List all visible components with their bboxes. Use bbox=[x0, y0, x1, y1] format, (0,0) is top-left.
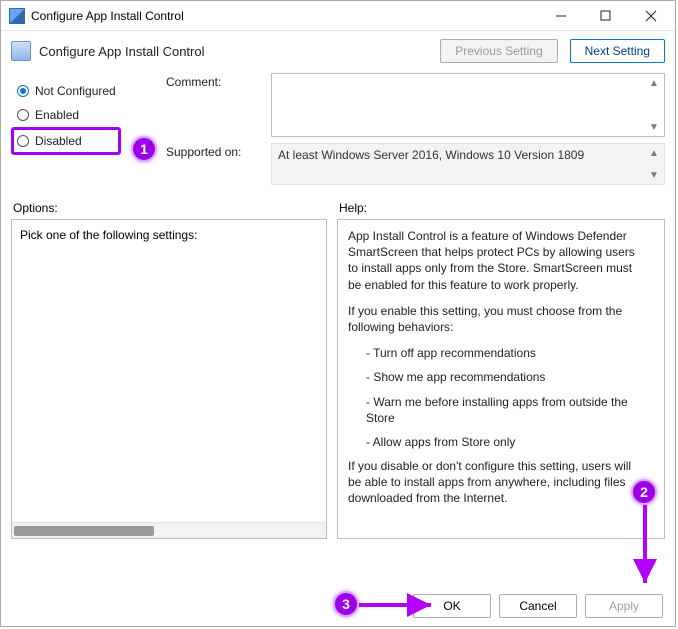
supported-label: Supported on: bbox=[166, 143, 261, 185]
annotation-callout-1: 1 bbox=[131, 136, 157, 162]
form-column: Comment: ▲ ▼ Supported on: At least Wind… bbox=[166, 73, 665, 191]
help-paragraph: If you enable this setting, you must cho… bbox=[348, 303, 644, 335]
radio-not-configured[interactable]: Not Configured bbox=[11, 79, 156, 103]
window-title: Configure App Install Control bbox=[31, 9, 538, 23]
radio-enabled[interactable]: Enabled bbox=[11, 103, 156, 127]
supported-value: At least Windows Server 2016, Windows 10… bbox=[278, 148, 584, 162]
help-paragraph: If you disable or don't configure this s… bbox=[348, 458, 644, 507]
comment-label: Comment: bbox=[166, 73, 261, 137]
minimize-icon bbox=[555, 10, 567, 22]
comment-row: Comment: ▲ ▼ bbox=[166, 73, 665, 137]
annotation-callout-2: 2 bbox=[631, 479, 657, 505]
options-label: Options: bbox=[13, 201, 327, 215]
comment-textarea[interactable]: ▲ ▼ bbox=[271, 73, 665, 137]
header-row: Configure App Install Control Previous S… bbox=[1, 31, 675, 73]
radio-label: Disabled bbox=[35, 134, 82, 148]
radio-icon bbox=[17, 109, 29, 121]
help-bullet: - Turn off app recommendations bbox=[348, 345, 644, 361]
previous-setting-button[interactable]: Previous Setting bbox=[440, 39, 557, 63]
radio-label: Enabled bbox=[35, 108, 79, 122]
close-icon bbox=[645, 10, 657, 22]
options-pane: Pick one of the following settings: bbox=[11, 219, 327, 539]
maximize-button[interactable] bbox=[583, 1, 628, 30]
radio-icon bbox=[17, 85, 29, 97]
window-controls bbox=[538, 1, 673, 30]
minimize-button[interactable] bbox=[538, 1, 583, 30]
policy-title: Configure App Install Control bbox=[37, 44, 434, 59]
scrollbar-thumb[interactable] bbox=[14, 526, 154, 536]
next-setting-button[interactable]: Next Setting bbox=[570, 39, 665, 63]
radio-label: Not Configured bbox=[35, 84, 116, 98]
supported-row: Supported on: At least Windows Server 20… bbox=[166, 143, 665, 185]
help-paragraph: App Install Control is a feature of Wind… bbox=[348, 228, 644, 293]
supported-on-field: At least Windows Server 2016, Windows 10… bbox=[271, 143, 665, 185]
horizontal-scrollbar[interactable] bbox=[12, 522, 326, 538]
upper-body: Not Configured Enabled Disabled Comment:… bbox=[1, 73, 675, 191]
ok-button[interactable]: OK bbox=[413, 594, 491, 618]
close-button[interactable] bbox=[628, 1, 673, 30]
radio-icon bbox=[17, 135, 29, 147]
scroll-up-icon[interactable]: ▲ bbox=[646, 76, 662, 90]
options-heading: Pick one of the following settings: bbox=[12, 220, 326, 248]
title-bar: Configure App Install Control bbox=[1, 1, 675, 31]
help-label: Help: bbox=[339, 201, 663, 215]
state-radio-group: Not Configured Enabled Disabled bbox=[11, 73, 156, 191]
help-pane: App Install Control is a feature of Wind… bbox=[337, 219, 665, 539]
help-bullet: - Show me app recommendations bbox=[348, 369, 644, 385]
help-bullet: - Warn me before installing apps from ou… bbox=[348, 394, 644, 426]
section-labels: Options: Help: bbox=[1, 201, 675, 219]
annotation-callout-3: 3 bbox=[333, 591, 359, 617]
app-icon bbox=[9, 8, 25, 24]
maximize-icon bbox=[600, 10, 611, 21]
cancel-button[interactable]: Cancel bbox=[499, 594, 577, 618]
dialog-window: Configure App Install Control Configure … bbox=[0, 0, 676, 627]
divider bbox=[1, 191, 675, 201]
panes: Pick one of the following settings: App … bbox=[1, 219, 675, 539]
policy-icon bbox=[11, 41, 31, 61]
scroll-down-icon[interactable]: ▼ bbox=[646, 168, 662, 182]
scroll-down-icon[interactable]: ▼ bbox=[646, 120, 662, 134]
help-bullet: - Allow apps from Store only bbox=[348, 434, 644, 450]
radio-disabled[interactable]: Disabled bbox=[11, 127, 121, 155]
scroll-up-icon[interactable]: ▲ bbox=[646, 146, 662, 160]
apply-button[interactable]: Apply bbox=[585, 594, 663, 618]
